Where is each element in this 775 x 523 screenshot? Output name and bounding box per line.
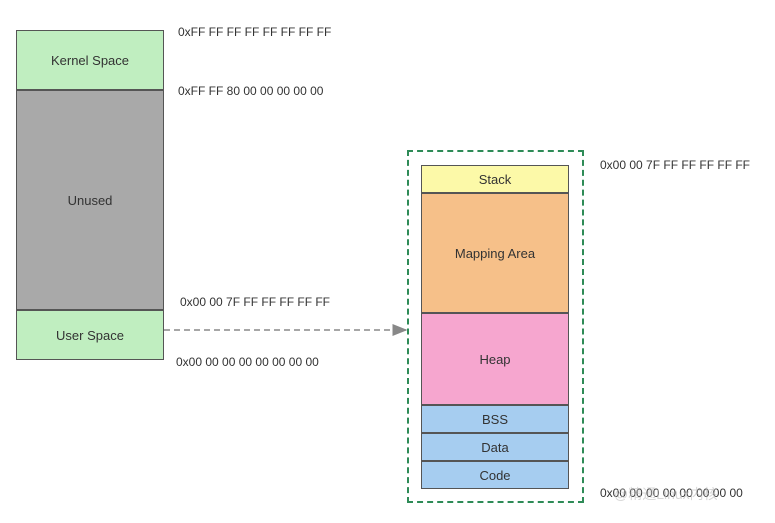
addr-right-top-label: 0x00 00 7F FF FF FF FF FF <box>600 158 750 172</box>
heap-label: Heap <box>479 352 510 367</box>
code-label: Code <box>479 468 510 483</box>
addr-zero-label: 0x00 00 00 00 00 00 00 00 <box>176 355 319 369</box>
arrow-user-to-detail <box>164 316 422 336</box>
code-box: Code <box>421 461 569 489</box>
addr-top-label: 0xFF FF FF FF FF FF FF FF <box>178 25 331 39</box>
mapping-area-label: Mapping Area <box>455 246 535 261</box>
stack-box: Stack <box>421 165 569 193</box>
user-space-label: User Space <box>56 328 124 343</box>
bss-box: BSS <box>421 405 569 433</box>
addr-kernel-base-label: 0xFF FF 80 00 00 00 00 00 <box>178 84 323 98</box>
unused-box: Unused <box>16 90 164 310</box>
watermark-text: @精通Linux内核 <box>614 484 718 504</box>
unused-label: Unused <box>68 193 113 208</box>
stack-label: Stack <box>479 172 512 187</box>
bss-label: BSS <box>482 412 508 427</box>
data-label: Data <box>481 440 508 455</box>
user-space-box: User Space <box>16 310 164 360</box>
kernel-space-box: Kernel Space <box>16 30 164 90</box>
mapping-area-box: Mapping Area <box>421 193 569 313</box>
kernel-space-label: Kernel Space <box>51 53 129 68</box>
addr-user-top-label: 0x00 00 7F FF FF FF FF FF <box>180 295 330 309</box>
heap-box: Heap <box>421 313 569 405</box>
data-box: Data <box>421 433 569 461</box>
